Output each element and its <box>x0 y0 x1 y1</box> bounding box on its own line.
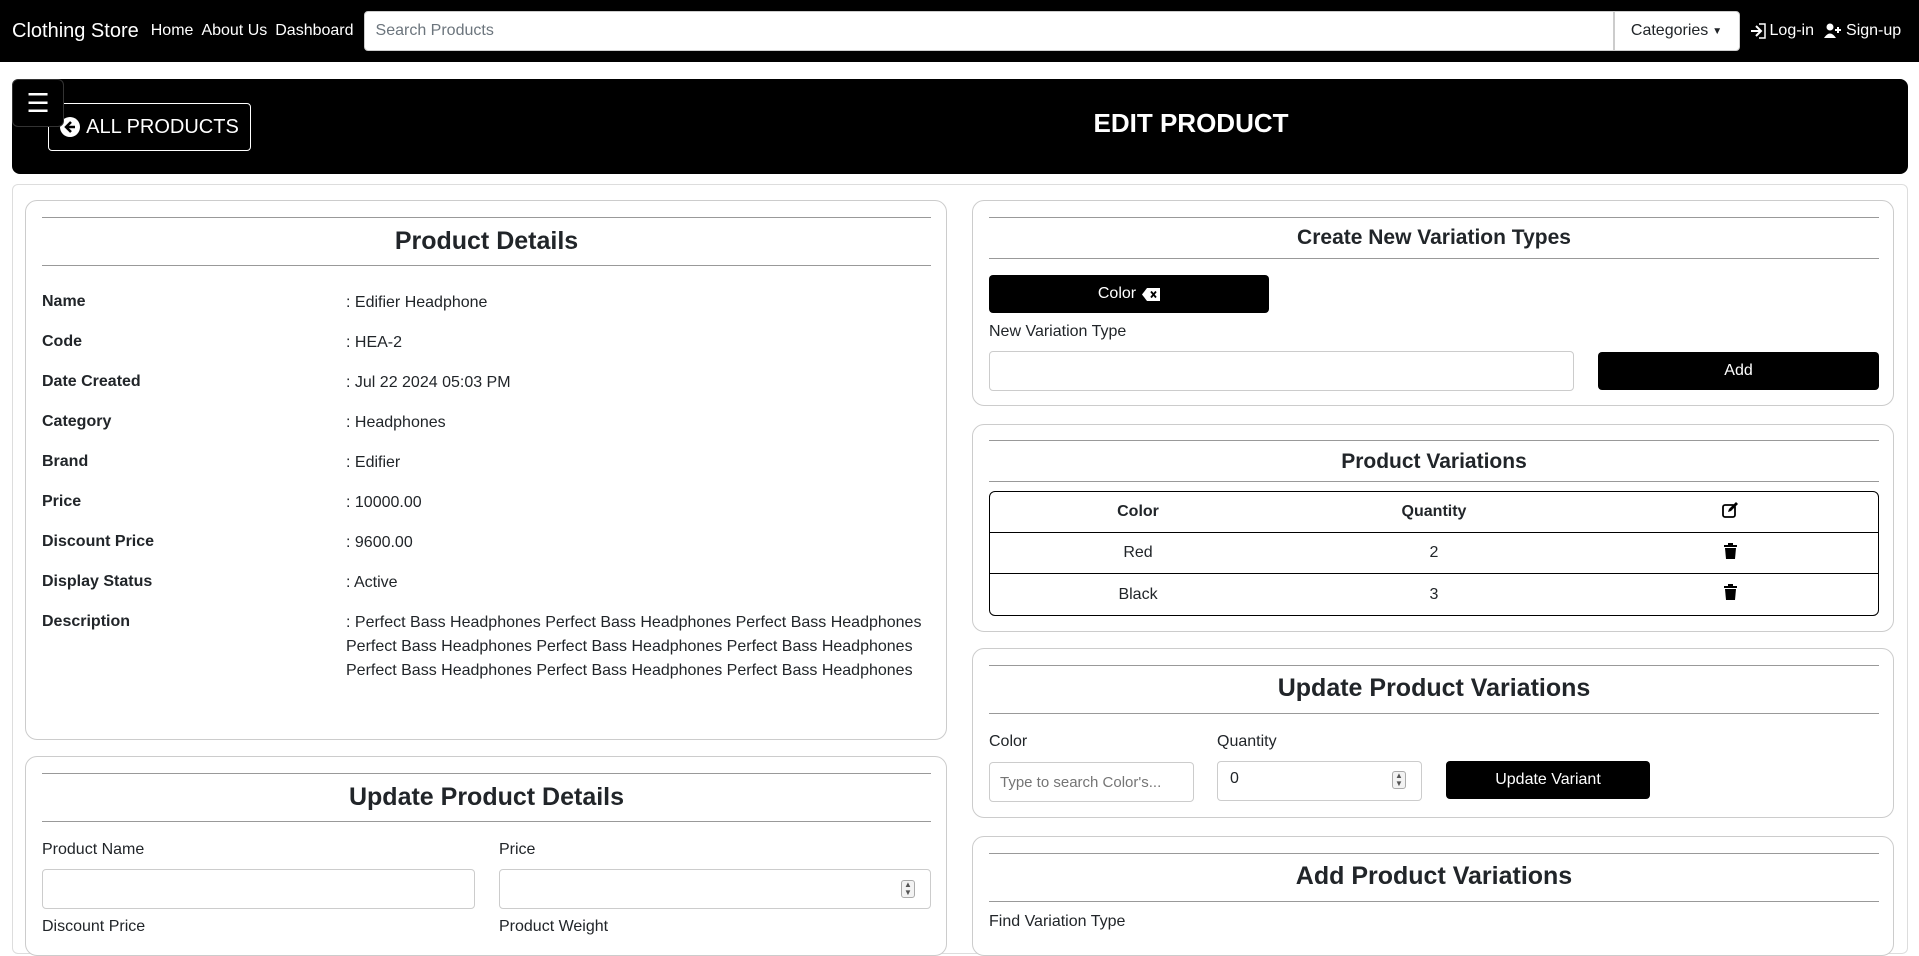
cell-color: Black <box>1118 585 1158 603</box>
search-input[interactable]: Search Products <box>363 11 1614 51</box>
quantity-spinner[interactable]: ▲ ▼ <box>1392 771 1406 789</box>
divider <box>989 440 1879 441</box>
detail-label-code: Code <box>42 333 82 350</box>
nav-home[interactable]: Home <box>151 22 194 40</box>
divider <box>42 217 931 218</box>
cell-color: Red <box>990 533 1286 574</box>
page-title: EDIT PRODUCT <box>1093 108 1289 138</box>
nav-about[interactable]: About Us <box>201 22 267 40</box>
nav-dashboard[interactable]: Dashboard <box>275 22 353 40</box>
product-variations-title: Product Variations <box>1341 450 1527 473</box>
hamburger-button[interactable]: ☰ <box>12 79 64 127</box>
search-placeholder: Search Products <box>375 22 494 39</box>
divider <box>989 258 1879 259</box>
detail-label-date: Date Created <box>42 373 141 390</box>
hamburger-icon: ☰ <box>26 87 50 118</box>
price-input[interactable] <box>499 869 931 909</box>
detail-value-status: : Active <box>346 574 398 591</box>
detail-label-brand: Brand <box>42 453 89 470</box>
discount-price-label: Discount Price <box>42 918 146 935</box>
update-details-title: Update Product Details <box>348 783 625 811</box>
update-variant-button[interactable]: Update Variant <box>1446 761 1650 799</box>
detail-value-code: : HEA-2 <box>346 334 403 351</box>
delete-cell <box>1582 574 1878 615</box>
product-weight-label: Product Weight <box>499 918 609 935</box>
brand-logo[interactable]: Clothing Store <box>12 20 139 43</box>
table-row: Black 3 <box>990 574 1878 615</box>
login-link[interactable]: Log-in <box>1750 22 1814 40</box>
delete-chip-icon[interactable] <box>1142 287 1161 301</box>
product-name-input[interactable] <box>42 869 475 909</box>
categories-dropdown[interactable]: Categories ▼ <box>1613 11 1740 51</box>
column-header-quantity: Quantity <box>1286 492 1582 533</box>
price-spinner[interactable]: ▲ ▼ <box>901 880 915 898</box>
table-row: Red 2 <box>990 533 1878 574</box>
variant-color-label: Color <box>989 733 1028 750</box>
new-variation-type-input[interactable] <box>989 351 1574 391</box>
detail-label-price: Price <box>42 493 82 510</box>
price-label: Price <box>499 841 536 858</box>
detail-value-brand: : Edifier <box>346 454 401 471</box>
divider <box>42 821 931 822</box>
search-group: Search Products Categories ▼ <box>363 11 1740 51</box>
signup-link[interactable]: Sign-up <box>1824 22 1901 40</box>
detail-value-category: : Headphones <box>346 414 446 431</box>
add-variations-title: Add Product Variations <box>1295 862 1573 890</box>
variant-color-input[interactable] <box>989 762 1194 802</box>
detail-value-price: : 10000.00 <box>346 494 422 511</box>
product-name-label: Product Name <box>42 841 145 858</box>
detail-value-name: : Edifier Headphone <box>346 294 488 311</box>
detail-value-description: : Perfect Bass Headphones Perfect Bass H… <box>346 614 922 679</box>
column-header-color: Color <box>990 492 1286 533</box>
add-variation-type-button[interactable]: Add <box>1598 352 1879 390</box>
detail-label-description: Description <box>42 613 131 630</box>
variation-type-chip-color[interactable]: Color <box>989 275 1269 313</box>
divider <box>989 853 1879 854</box>
detail-label-category: Category <box>42 413 112 430</box>
all-products-label: ALL PRODUCTS <box>86 115 239 138</box>
caret-down-icon: ▼ <box>1712 25 1723 37</box>
variation-types-title: Create New Variation Types <box>1297 226 1571 249</box>
signup-label: Sign-up <box>1846 22 1902 39</box>
edit-product-banner <box>12 79 1908 174</box>
table-header-row: Color Quantity <box>990 492 1878 533</box>
login-label: Log-in <box>1769 22 1815 39</box>
edit-column-header <box>1582 492 1878 533</box>
divider <box>989 713 1879 714</box>
divider <box>989 217 1879 218</box>
user-plus-icon <box>1824 23 1842 38</box>
chip-label: Color <box>1097 285 1137 302</box>
cell-quantity: 3 <box>1429 585 1439 603</box>
all-products-button[interactable]: ALL PRODUCTS <box>48 103 251 151</box>
detail-label-status: Display Status <box>42 573 153 590</box>
update-variations-title: Update Product Variations <box>1277 674 1591 702</box>
delete-cell <box>1582 533 1878 574</box>
divider <box>989 665 1879 666</box>
divider <box>42 773 931 774</box>
trash-icon[interactable] <box>1723 584 1737 600</box>
categories-label: Categories <box>1630 22 1709 39</box>
trash-icon[interactable] <box>1723 542 1737 559</box>
find-variation-type-label: Find Variation Type <box>989 913 1126 930</box>
login-icon <box>1750 23 1766 39</box>
edit-icon[interactable] <box>1722 501 1738 518</box>
divider <box>42 265 931 266</box>
detail-value-date: : Jul 22 2024 05:03 PM <box>346 374 511 391</box>
divider <box>989 901 1879 902</box>
variant-quantity-label: Quantity <box>1217 733 1277 750</box>
detail-label-discount: Discount Price <box>42 533 155 550</box>
product-details-title: Product Details <box>394 227 579 255</box>
top-navbar: Clothing Store Home About Us Dashboard S… <box>0 0 1919 62</box>
detail-label-name: Name <box>42 293 86 310</box>
detail-value-discount: : 9600.00 <box>346 534 413 551</box>
variations-table: Color Quantity Red 2 Black 3 <box>989 491 1879 616</box>
add-variations-card <box>972 836 1894 956</box>
quantity-value: 0 <box>1230 770 1239 787</box>
cell-quantity: 2 <box>1286 533 1582 574</box>
divider <box>989 481 1879 482</box>
new-variation-type-label: New Variation Type <box>989 323 1127 340</box>
